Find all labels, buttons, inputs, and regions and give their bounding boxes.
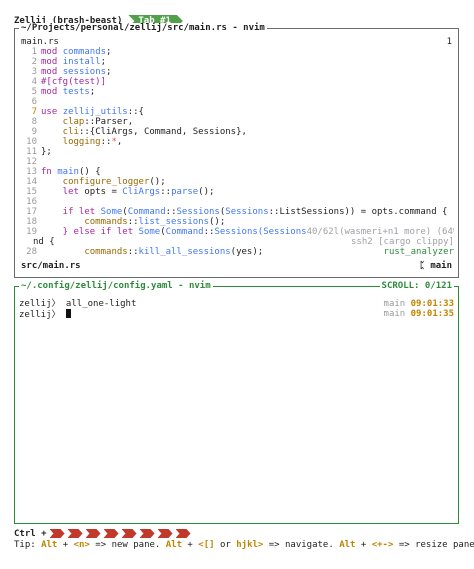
tab-1[interactable]: Tab #1: [128, 15, 183, 27]
terminal-line: zellij〉 all_one-light main 09:01:33: [19, 299, 454, 309]
terminal-pane[interactable]: ~/.config/zellij/config.yaml - nvim SCRO…: [14, 281, 459, 524]
mode-key[interactable]: m4: [104, 529, 119, 538]
session-name: Zellij (brash-beast): [14, 16, 123, 26]
code-line: 19 } else if let Some(Command::Sessions(…: [26, 227, 454, 237]
code-line: 10 logging::*,: [26, 137, 123, 147]
mode-key[interactable]: m3: [86, 529, 101, 538]
status-file: src/main.rs: [21, 261, 81, 271]
code-line: 7 use zellij_utils::{: [31, 107, 144, 117]
editor-file-header: main.rs 1: [21, 37, 452, 47]
code-line: nd {ssh2 [cargo clippy]: [33, 237, 454, 247]
text-cursor: [65, 309, 71, 318]
status-branch: ᛈ main: [419, 261, 453, 271]
pane-title: ~/.config/zellij/config.yaml - nvim: [19, 281, 213, 292]
editor-statusline: src/main.rs ᛈ main: [21, 261, 452, 271]
top-bar: Zellij (brash-beast) Tab #1: [14, 15, 183, 27]
code-line: 13 fn main() {: [26, 167, 101, 177]
code-line: 17 if let Some(Command::Sessions(Session…: [26, 207, 448, 217]
code-line: 11};: [26, 147, 52, 157]
code-line: 3 mod sessions;: [31, 67, 112, 77]
mode-key[interactable]: m2: [68, 529, 83, 538]
code-line: 8 clap::Parser,: [31, 117, 134, 127]
code-line: 18 commands::list_sessions();: [26, 217, 226, 227]
file-name: main.rs: [21, 37, 59, 47]
code-line: 2 mod install;: [31, 57, 107, 67]
code-line: 5 mod tests;: [31, 87, 96, 97]
terminal-line: zellij〉 main 09:01:35: [19, 309, 454, 320]
mode-key[interactable]: m7: [158, 529, 173, 538]
pane-title-bar: ~/.config/zellij/config.yaml - nvim SCRO…: [19, 281, 454, 292]
code-line: 1 mod commands;: [31, 47, 112, 57]
terminal-output[interactable]: zellij〉 all_one-light main 09:01:33 zell…: [19, 299, 454, 320]
editor-pane[interactable]: ~/Projects/personal/zellij/src/main.rs -…: [14, 23, 459, 278]
mode-bar: Ctrl + m1 m2 m3 m4 m5 m6 m7 m8: [14, 528, 191, 539]
file-page: 1: [446, 37, 452, 47]
code-line: 28 commands::kill_all_sessions(yes); rust…: [26, 247, 454, 257]
scroll-indicator: SCROLL: 0/121: [379, 281, 454, 292]
code-line: 6: [31, 97, 37, 107]
mode-key[interactable]: m1: [50, 529, 65, 538]
code-editor[interactable]: 1 mod commands; 2 mod install; 3 mod sessio…: [21, 47, 454, 257]
code-line: 9 cli::{CliArgs, Command, Sessions},: [31, 127, 247, 137]
code-line: 15 let opts = CliArgs::parse();: [26, 187, 215, 197]
ctrl-label: Ctrl +: [14, 528, 47, 539]
code-line: 16: [26, 197, 37, 207]
code-line: 14 configure_logger();: [26, 177, 166, 187]
code-line: 4 #[cfg(test)]: [31, 77, 107, 87]
mode-key[interactable]: m8: [176, 529, 191, 538]
mode-key[interactable]: m5: [122, 529, 137, 538]
code-line: 12: [26, 157, 37, 167]
mode-key[interactable]: m6: [140, 529, 155, 538]
tip-bar: Tip: Alt + <n> => new pane. Alt + <[] or…: [14, 540, 474, 550]
